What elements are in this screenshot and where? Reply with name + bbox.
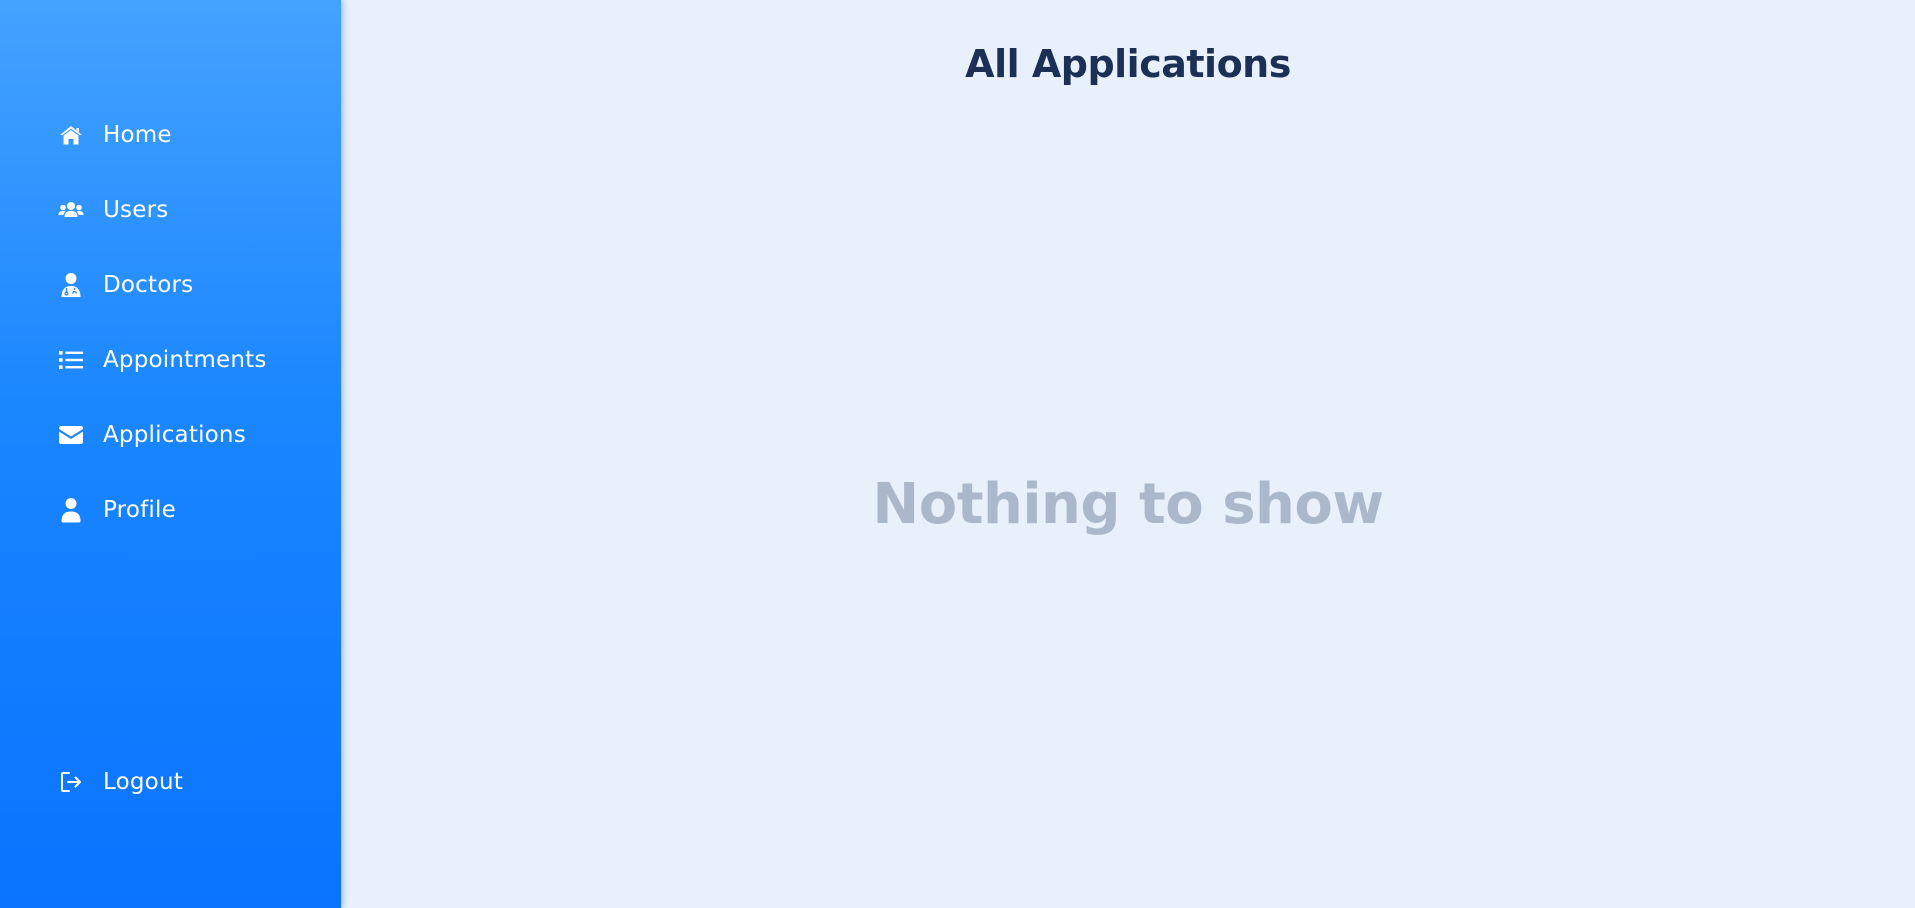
sidebar-item-home[interactable]: Home — [58, 115, 318, 155]
users-icon — [58, 197, 84, 223]
sidebar-item-label: Home — [103, 122, 172, 148]
page-title: All Applications — [965, 42, 1291, 86]
logout-button[interactable]: Logout — [58, 762, 318, 802]
sidebar-item-label: Doctors — [103, 272, 194, 298]
sidebar-item-label: Applications — [103, 422, 246, 448]
sidebar-item-profile[interactable]: Profile — [58, 490, 318, 530]
home-icon — [58, 122, 84, 148]
envelope-icon — [58, 422, 84, 448]
sidebar-item-appointments[interactable]: Appointments — [58, 340, 318, 380]
sidebar-item-doctors[interactable]: Doctors — [58, 265, 318, 305]
empty-state-message: Nothing to show — [872, 472, 1384, 537]
logout-label: Logout — [103, 769, 183, 795]
sidebar-item-applications[interactable]: Applications — [58, 415, 318, 455]
doctor-icon — [58, 272, 84, 298]
sidebar-item-users[interactable]: Users — [58, 190, 318, 230]
sidebar-item-label: Profile — [103, 497, 176, 523]
sidebar: Home Users Doctors Appointments Applicat… — [0, 0, 341, 908]
sidebar-item-label: Users — [103, 197, 169, 223]
main-content: All Applications Nothing to show — [341, 0, 1915, 908]
user-icon — [58, 497, 84, 523]
sidebar-item-label: Appointments — [103, 347, 267, 373]
logout-icon — [58, 769, 84, 795]
list-icon — [58, 347, 84, 373]
